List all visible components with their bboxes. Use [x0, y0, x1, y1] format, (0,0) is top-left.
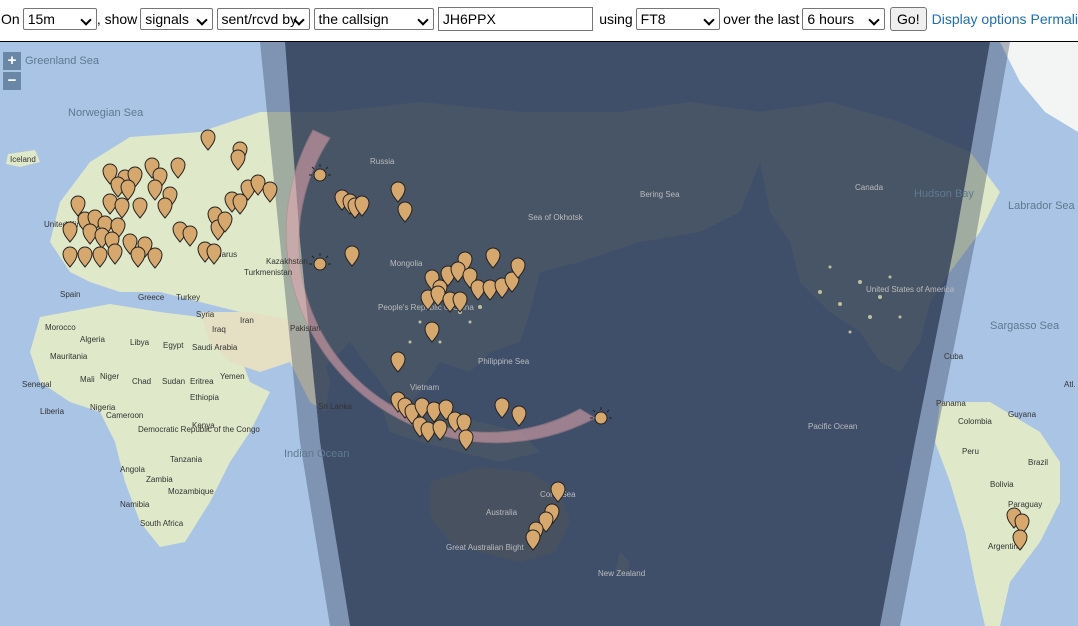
land-label: Yemen	[220, 372, 245, 381]
land-label: Syria	[196, 310, 215, 319]
land-label: Mongolia	[390, 259, 423, 268]
zoom-in-button[interactable]: +	[3, 52, 21, 70]
land-label: Niger	[100, 372, 119, 381]
sea-label: Sea of Okhotsk	[528, 213, 584, 222]
period-select[interactable]: 6 hours	[802, 8, 886, 30]
land-label: United States of America	[866, 285, 955, 294]
land-label: Panama	[936, 399, 966, 408]
land-label: Saudi Arabia	[192, 343, 238, 352]
sea-label: Pacific Ocean	[808, 422, 857, 431]
sea-label: Indian Ocean	[284, 448, 349, 460]
land-label: Brazil	[1028, 458, 1048, 467]
land-label: Liberia	[40, 407, 65, 416]
show-label: , show	[96, 11, 138, 27]
land-label: Spain	[60, 290, 80, 299]
land-label: Zambia	[146, 475, 173, 484]
land-label: Peru	[962, 447, 979, 456]
target-select[interactable]: the callsign	[313, 8, 434, 30]
sea-label: Sargasso Sea	[990, 320, 1060, 332]
land-label: Egypt	[163, 341, 184, 350]
land-label: Russia	[370, 157, 395, 166]
land-label: Atl. O	[1064, 380, 1078, 389]
land-label: Australia	[486, 508, 518, 517]
on-label: On	[1, 11, 20, 27]
callsign-input[interactable]: JH6PPX	[437, 7, 594, 31]
land-label: Tanzania	[170, 455, 203, 464]
show-select[interactable]: signals	[140, 8, 213, 30]
sea-label: Philippine Sea	[478, 357, 530, 366]
land-label: Colombia	[958, 417, 992, 426]
land-label: Namibia	[120, 500, 150, 509]
land-label: Greece	[138, 293, 165, 302]
land-label: Sudan	[162, 377, 185, 386]
sea-label: Labrador Sea	[1008, 200, 1076, 212]
land-label: Angola	[120, 465, 145, 474]
land-label: Sri Lanka	[318, 402, 352, 411]
using-label: using	[599, 11, 633, 27]
land-label: Cuba	[944, 352, 964, 361]
land-label: Ethiopia	[190, 393, 219, 402]
land-label: Mauritania	[50, 352, 88, 361]
sea-label: Bering Sea	[640, 190, 680, 199]
land-label: Morocco	[45, 323, 76, 332]
land-label: Vietnam	[410, 383, 440, 392]
land-label: New Zealand	[598, 569, 645, 578]
land-label: Canada	[855, 183, 884, 192]
search-toolbar: On 15m , show signals sent/rcvd by the c…	[0, 0, 1078, 38]
land-label: Chad	[132, 377, 151, 386]
mode-select[interactable]: FT8	[635, 8, 721, 30]
land-label: Guyana	[1008, 410, 1037, 419]
land-label: Iraq	[212, 325, 226, 334]
land-label: Mozambique	[168, 487, 214, 496]
land-label: Bolivia	[990, 480, 1014, 489]
band-select[interactable]: 15m	[22, 8, 97, 30]
land-label: Kazakhstan	[266, 257, 308, 266]
land-label: Iceland	[10, 155, 36, 164]
zoom-controls: + −	[3, 52, 21, 92]
land-label: Senegal	[22, 380, 52, 389]
sea-label: Hudson Bay	[914, 188, 974, 200]
direction-select[interactable]: sent/rcvd by	[216, 8, 310, 30]
world-map: Greenland Sea Norwegian Sea Sea of Okhot…	[0, 42, 1078, 626]
over-label: over the last	[723, 11, 800, 27]
land-label: Iran	[240, 316, 254, 325]
land-label: Libya	[130, 338, 150, 347]
go-button[interactable]: Go!	[890, 7, 927, 31]
land-label: Great Australian Bight	[446, 543, 525, 552]
permalink-link[interactable]: Permali	[1031, 11, 1078, 27]
night-overlay	[285, 42, 990, 626]
land-label: Cameroon	[106, 411, 143, 420]
land-label: Mali	[80, 375, 95, 384]
land-label: Pakistan	[290, 324, 321, 333]
land-label: Turkmenistan	[244, 268, 292, 277]
sea-label: Greenland Sea	[25, 55, 100, 67]
land-label: South Africa	[140, 519, 184, 528]
sea-label: Norwegian Sea	[68, 107, 144, 119]
display-options-link[interactable]: Display options	[932, 11, 1027, 27]
land-label: Algeria	[80, 335, 105, 344]
land-label: Turkey	[176, 293, 200, 302]
zoom-out-button[interactable]: −	[3, 72, 21, 90]
map-view[interactable]: Greenland Sea Norwegian Sea Sea of Okhot…	[0, 41, 1078, 626]
land-label: Democratic Republic of the Congo	[138, 425, 260, 434]
land-label: Eritrea	[190, 377, 214, 386]
